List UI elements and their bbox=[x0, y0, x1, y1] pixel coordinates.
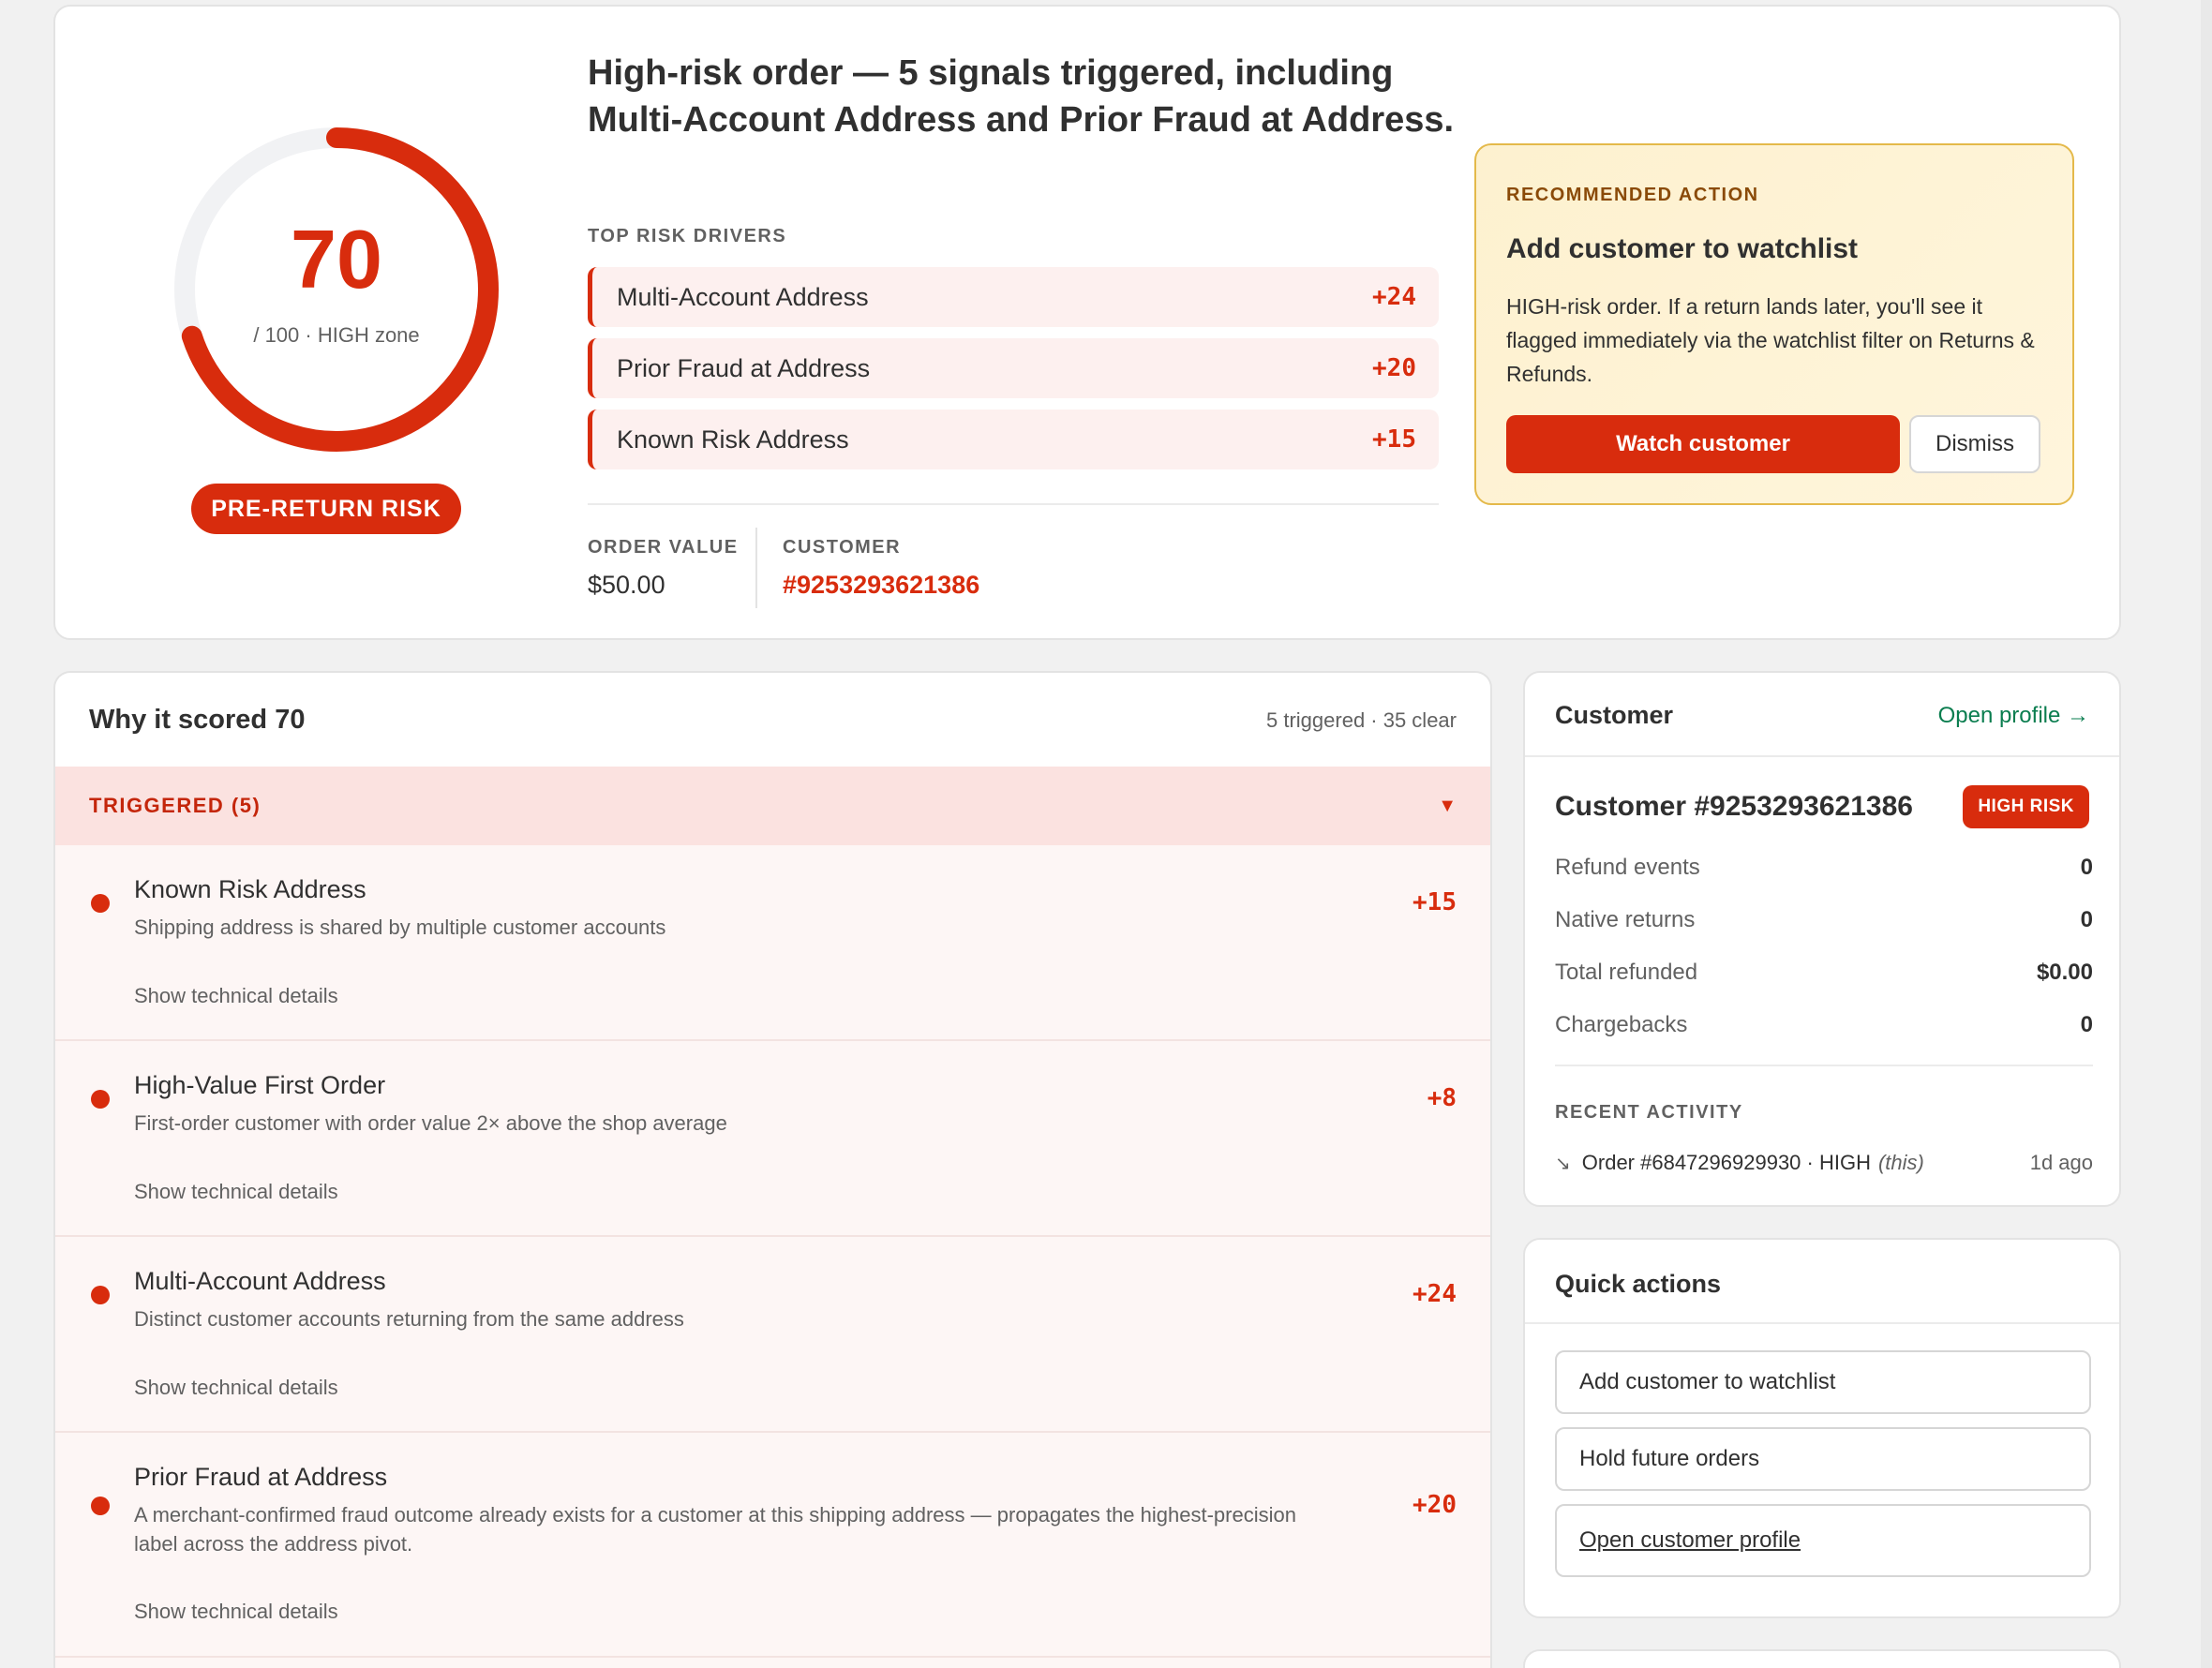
risk-score-value: 70 bbox=[291, 213, 382, 305]
risk-driver-points: +20 bbox=[1372, 354, 1416, 382]
risk-headline: High-risk order — 5 signals triggered, i… bbox=[588, 53, 1455, 140]
triggered-label: TRIGGERED (5) bbox=[89, 794, 262, 817]
show-technical-details-link[interactable]: Show technical details bbox=[134, 1180, 338, 1204]
show-technical-details-link[interactable]: Show technical details bbox=[134, 1600, 338, 1624]
risk-driver-points: +24 bbox=[1372, 283, 1416, 311]
activity-timestamp: 1d ago bbox=[2029, 1151, 2093, 1174]
next-card-partial bbox=[1523, 1649, 2121, 1668]
add-to-watchlist-button[interactable]: Add customer to watchlist bbox=[1555, 1350, 2091, 1414]
signal-row: High-Value First Order First-order custo… bbox=[55, 1041, 1490, 1237]
signal-points: +20 bbox=[1412, 1491, 1457, 1519]
status-dot-icon bbox=[91, 1090, 110, 1109]
watch-customer-button[interactable]: Watch customer bbox=[1506, 415, 1900, 473]
why-scored-card: Why it scored 70 5 triggered · 35 clear … bbox=[53, 671, 1492, 1668]
signal-description: First-order customer with order value 2×… bbox=[134, 1111, 727, 1135]
activity-item[interactable]: ↘ Order #6847296929930 · HIGH (this) 1d … bbox=[1555, 1151, 2093, 1175]
stat-label: Refund events bbox=[1555, 855, 1700, 880]
hero-divider bbox=[588, 503, 1439, 505]
risk-score-scale: / 100 · HIGH zone bbox=[253, 323, 420, 347]
button-label: Open customer profile bbox=[1579, 1527, 1801, 1553]
status-dot-icon bbox=[91, 1497, 110, 1515]
activity-order: Order #6847296929930 · HIGH bbox=[1581, 1151, 1871, 1174]
stat-value: 0 bbox=[2080, 855, 2093, 880]
recommended-action-label: RECOMMENDED ACTION bbox=[1506, 185, 1759, 205]
risk-score-gauge: 70 / 100 · HIGH zone bbox=[162, 115, 511, 464]
why-scored-header: Why it scored 70 5 triggered · 35 clear bbox=[55, 673, 1490, 767]
status-dot-icon bbox=[91, 1286, 110, 1304]
stat-refund-events: Refund events 0 bbox=[1555, 849, 2093, 886]
meta-separator bbox=[755, 528, 757, 608]
high-risk-badge: HIGH RISK bbox=[1963, 785, 2089, 828]
stat-value: $0.00 bbox=[2036, 960, 2093, 985]
signal-points: +8 bbox=[1427, 1084, 1457, 1112]
quick-actions-header: Quick actions bbox=[1525, 1240, 2119, 1324]
quick-actions-title: Quick actions bbox=[1555, 1270, 1722, 1298]
why-scored-title: Why it scored 70 bbox=[89, 705, 306, 735]
order-value: $50.00 bbox=[588, 571, 665, 599]
recommended-action-title: Add customer to watchlist bbox=[1506, 233, 1859, 264]
customer-card-header: Customer Open profile → bbox=[1525, 673, 2119, 757]
signal-points: +24 bbox=[1412, 1280, 1457, 1308]
activity-note: (this) bbox=[1877, 1151, 1924, 1174]
triggered-section-toggle[interactable]: TRIGGERED (5) ▼ bbox=[55, 767, 1490, 845]
risk-driver-points: +15 bbox=[1372, 425, 1416, 454]
stat-label: Total refunded bbox=[1555, 960, 1698, 985]
risk-driver-name: Multi-Account Address bbox=[617, 282, 869, 311]
order-value-label: ORDER VALUE bbox=[588, 537, 739, 558]
show-technical-details-link[interactable]: Show technical details bbox=[134, 1376, 338, 1400]
arrow-down-right-icon: ↘ bbox=[1555, 1153, 1571, 1174]
risk-driver-name: Known Risk Address bbox=[617, 424, 849, 454]
stat-value: 0 bbox=[2080, 907, 2093, 932]
signal-name: High-Value First Order bbox=[134, 1071, 386, 1099]
signal-row: Multi-Account Address Distinct customer … bbox=[55, 1237, 1490, 1433]
risk-driver: Prior Fraud at Address +20 bbox=[588, 338, 1439, 398]
stat-label: Chargebacks bbox=[1555, 1012, 1688, 1037]
status-dot-icon bbox=[91, 894, 110, 913]
stat-label: Native returns bbox=[1555, 907, 1696, 932]
caret-down-icon: ▼ bbox=[1438, 795, 1457, 816]
top-risk-drivers-label: TOP RISK DRIVERS bbox=[588, 226, 787, 246]
open-customer-profile-button[interactable]: Open customer profile bbox=[1555, 1504, 2091, 1577]
risk-summary-card: 70 / 100 · HIGH zone PRE-RETURN RISK Hig… bbox=[53, 5, 2121, 640]
recommended-action-panel: RECOMMENDED ACTION Add customer to watch… bbox=[1474, 143, 2074, 505]
customer-id-link[interactable]: #9253293621386 bbox=[783, 571, 979, 600]
recommended-action-body: HIGH-risk order. If a return lands later… bbox=[1506, 294, 2035, 386]
risk-driver: Multi-Account Address +24 bbox=[588, 267, 1439, 327]
recent-activity-label: RECENT ACTIVITY bbox=[1555, 1102, 1743, 1123]
dismiss-button[interactable]: Dismiss bbox=[1909, 415, 2040, 473]
stat-chargebacks: Chargebacks 0 bbox=[1555, 1006, 2093, 1044]
signal-points: +15 bbox=[1412, 888, 1457, 916]
signal-row-partial bbox=[55, 1658, 1490, 1668]
signal-row: Prior Fraud at Address A merchant-confir… bbox=[55, 1433, 1490, 1658]
signal-description: Distinct customer accounts returning fro… bbox=[134, 1307, 684, 1331]
signal-name: Prior Fraud at Address bbox=[134, 1463, 388, 1491]
open-profile-link[interactable]: Open profile → bbox=[1938, 703, 2089, 729]
customer-card-title: Customer bbox=[1555, 701, 1674, 729]
customer-divider bbox=[1555, 1065, 2093, 1066]
button-label: Add customer to watchlist bbox=[1579, 1369, 1836, 1394]
signal-name: Known Risk Address bbox=[134, 875, 366, 903]
quick-actions-card: Quick actions Add customer to watchlist … bbox=[1523, 1238, 2121, 1618]
show-technical-details-link[interactable]: Show technical details bbox=[134, 984, 338, 1008]
signal-row: Known Risk Address Shipping address is s… bbox=[55, 845, 1490, 1041]
customer-card: Customer Open profile → Customer #925329… bbox=[1523, 671, 2121, 1207]
signal-description: Shipping address is shared by multiple c… bbox=[134, 916, 666, 939]
stat-value: 0 bbox=[2080, 1012, 2093, 1037]
customer-label: CUSTOMER bbox=[783, 537, 902, 558]
window-edge bbox=[2201, 0, 2212, 1668]
button-label: Hold future orders bbox=[1579, 1446, 1760, 1471]
signal-description: A merchant-confirmed fraud outcome alrea… bbox=[134, 1503, 1296, 1556]
signal-name: Multi-Account Address bbox=[134, 1267, 386, 1295]
customer-name: Customer #9253293621386 bbox=[1555, 791, 1913, 822]
hold-future-orders-button[interactable]: Hold future orders bbox=[1555, 1427, 2091, 1491]
stat-native-returns: Native returns 0 bbox=[1555, 901, 2093, 939]
signal-count: 5 triggered · 35 clear bbox=[1266, 708, 1457, 732]
pre-return-risk-pill: PRE-RETURN RISK bbox=[191, 484, 461, 534]
stat-total-refunded: Total refunded $0.00 bbox=[1555, 954, 2093, 991]
risk-driver: Known Risk Address +15 bbox=[588, 410, 1439, 469]
risk-driver-name: Prior Fraud at Address bbox=[617, 353, 871, 382]
